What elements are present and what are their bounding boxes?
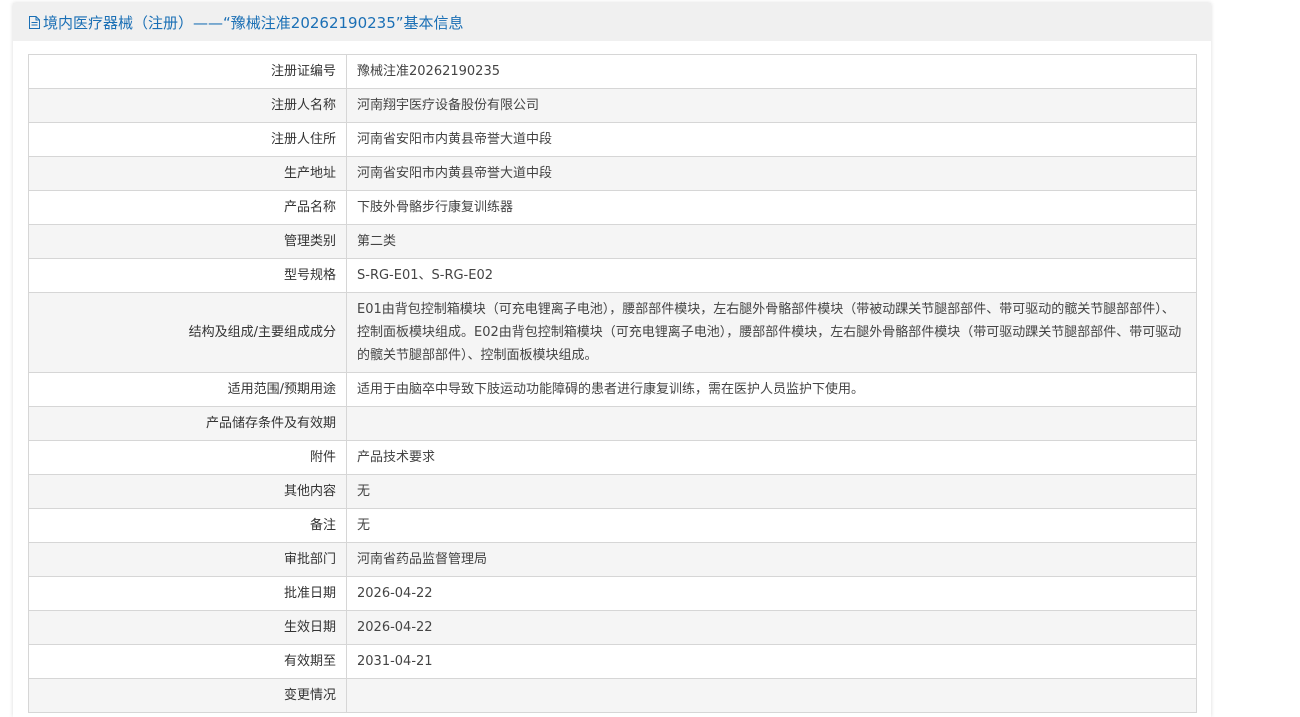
table-row: 审批部门 河南省药品监督管理局 — [28, 542, 1197, 577]
row-label: 附件 — [28, 440, 347, 475]
row-label: 结构及组成/主要组成成分 — [28, 292, 347, 373]
page-title: 境内医疗器械（注册）——“豫械注准20262190235”基本信息 — [43, 13, 464, 32]
row-value: S-RG-E01、S-RG-E02 — [346, 258, 1197, 293]
table-row: 产品储存条件及有效期 — [28, 406, 1197, 441]
row-value: 河南省药品监督管理局 — [346, 542, 1197, 577]
row-value: 2026-04-22 — [346, 610, 1197, 645]
table-row: 注册证编号 豫械注准20262190235 — [28, 54, 1197, 89]
row-label: 变更情况 — [28, 678, 347, 713]
table-row: 批准日期 2026-04-22 — [28, 576, 1197, 611]
row-value: E01由背包控制箱模块（可充电锂离子电池），腰部部件模块，左右腿外骨骼部件模块（… — [346, 292, 1197, 373]
table-row: 变更情况 — [28, 678, 1197, 713]
row-value: 2026-04-22 — [346, 576, 1197, 611]
row-label: 批准日期 — [28, 576, 347, 611]
row-label: 适用范围/预期用途 — [28, 372, 347, 407]
row-value: 2031-04-21 — [346, 644, 1197, 679]
row-value: 无 — [346, 474, 1197, 509]
table-row: 适用范围/预期用途 适用于由脑卒中导致下肢运动功能障碍的患者进行康复训练，需在医护… — [28, 372, 1197, 407]
row-label: 有效期至 — [28, 644, 347, 679]
document-icon — [29, 15, 40, 29]
row-label: 注册人名称 — [28, 88, 347, 123]
table-row: 产品名称 下肢外骨骼步行康复训练器 — [28, 190, 1197, 225]
row-label: 注册证编号 — [28, 54, 347, 89]
row-value — [346, 678, 1197, 713]
row-label: 注册人住所 — [28, 122, 347, 157]
table-row: 有效期至 2031-04-21 — [28, 644, 1197, 679]
row-value: 无 — [346, 508, 1197, 543]
table-row: 注册人名称 河南翔宇医疗设备股份有限公司 — [28, 88, 1197, 123]
row-label: 审批部门 — [28, 542, 347, 577]
row-label: 产品储存条件及有效期 — [28, 406, 347, 441]
row-value: 河南省安阳市内黄县帝誉大道中段 — [346, 122, 1197, 157]
info-table-wrapper: 注册证编号 豫械注准20262190235 注册人名称 河南翔宇医疗设备股份有限公司… — [28, 54, 1197, 713]
row-value: 豫械注准20262190235 — [346, 54, 1197, 89]
table-row: 附件 产品技术要求 — [28, 440, 1197, 475]
row-label: 生产地址 — [28, 156, 347, 191]
row-value: 河南翔宇医疗设备股份有限公司 — [346, 88, 1197, 123]
row-value: 第二类 — [346, 224, 1197, 259]
detail-panel: 境内医疗器械（注册）——“豫械注准20262190235”基本信息 注册证编号豫… — [13, 3, 1211, 717]
table-row: 型号规格 S-RG-E01、S-RG-E02 — [28, 258, 1197, 293]
row-label: 其他内容 — [28, 474, 347, 509]
row-label: 备注 — [28, 508, 347, 543]
row-value: 河南省安阳市内黄县帝誉大道中段 — [346, 156, 1197, 191]
row-value: 产品技术要求 — [346, 440, 1197, 475]
row-label: 管理类别 — [28, 224, 347, 259]
info-table: 注册证编号 豫械注准20262190235 注册人名称 河南翔宇医疗设备股份有限公司… — [28, 54, 1197, 713]
table-row: 结构及组成/主要组成成分 E01由背包控制箱模块（可充电锂离子电池），腰部部件模块… — [28, 292, 1197, 373]
table-row: 注册人住所 河南省安阳市内黄县帝誉大道中段 — [28, 122, 1197, 157]
row-label: 型号规格 — [28, 258, 347, 293]
row-value: 适用于由脑卒中导致下肢运动功能障碍的患者进行康复训练，需在医护人员监护下使用。 — [346, 372, 1197, 407]
table-row: 生产地址 河南省安阳市内黄县帝誉大道中段 — [28, 156, 1197, 191]
row-value — [346, 406, 1197, 441]
table-row: 生效日期 2026-04-22 — [28, 610, 1197, 645]
panel-header: 境内医疗器械（注册）——“豫械注准20262190235”基本信息 — [13, 3, 1211, 41]
row-value: 下肢外骨骼步行康复训练器 — [346, 190, 1197, 225]
row-label: 生效日期 — [28, 610, 347, 645]
table-row: 管理类别 第二类 — [28, 224, 1197, 259]
row-label: 产品名称 — [28, 190, 347, 225]
table-row: 备注无 — [28, 508, 1197, 543]
table-row: 其他内容无 — [28, 474, 1197, 509]
